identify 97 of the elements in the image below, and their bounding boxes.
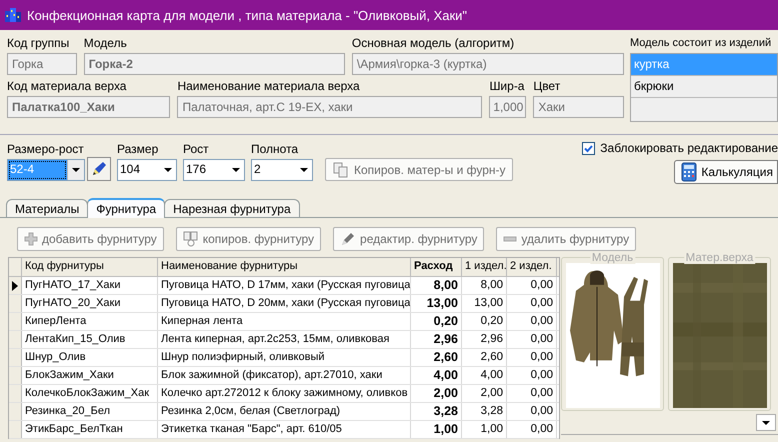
table-cell: 2,96 — [411, 331, 462, 348]
toolbar-button[interactable]: удалить фурнитуру — [496, 227, 636, 251]
pencil-button[interactable] — [87, 157, 111, 181]
table-cell: ЭтикБарс_БелТкан — [22, 421, 158, 438]
text-field[interactable]: Палаточная, арт.С 19-ЕХ, хаки — [177, 96, 482, 118]
column-header[interactable]: Код фурнитуры — [22, 258, 158, 276]
table-cell: 0,00 — [507, 349, 557, 366]
copy-icon — [182, 231, 199, 247]
table-cell: Пуговица НАТО, D 17мм, хаки (Русская пуговица — [158, 277, 411, 294]
lock-checkbox[interactable]: Заблокировать редактирование — [582, 141, 778, 155]
table-cell: 0,00 — [507, 331, 557, 348]
plus-icon — [24, 232, 38, 246]
table-cell: 1,00 — [462, 421, 507, 438]
field-label: Рост — [183, 142, 210, 156]
text-field[interactable]: \Армия\горка-3 (куртка) — [352, 53, 624, 75]
tab[interactable]: Фурнитура — [87, 198, 166, 218]
app-icon — [4, 7, 22, 23]
table-cell: 4,00 — [411, 367, 462, 384]
table-cell: 4,00 — [462, 367, 507, 384]
table-cell: Шнур_Олив — [22, 349, 158, 366]
table-cell: 2,96 — [462, 331, 507, 348]
table-cell: 3,28 — [411, 403, 462, 420]
checkmark-icon — [583, 142, 594, 154]
toolbar-button[interactable]: копиров. фурнитуру — [176, 227, 322, 251]
table-cell: 1,00 — [411, 421, 462, 438]
copy-button[interactable]: Копиров. матер-ы и фурн-у — [325, 158, 513, 181]
dropdown[interactable]: 104 — [117, 159, 177, 181]
table-cell: 13,00 — [411, 295, 462, 312]
table-cell: Шнур полиэфирный, оливковый — [158, 349, 411, 366]
panel-caption: Модель — [590, 252, 636, 264]
table-cell: Колечко арт.272012 к блоку зажимному, оливков — [158, 385, 411, 402]
field-label: Полнота — [251, 142, 300, 156]
column-header[interactable]: Наименование фурнитуры — [158, 258, 411, 276]
table-cell: ПугНАТО_20_Хаки — [22, 295, 158, 312]
field-label: Модель — [84, 36, 128, 50]
field-label: Размер — [117, 142, 160, 156]
copy-icon — [332, 160, 350, 178]
table-cell: 2,00 — [462, 385, 507, 402]
toolbar-button[interactable]: редактир. фурнитуру — [333, 227, 484, 251]
column-header[interactable]: Расход — [411, 258, 462, 276]
table-cell: 0,20 — [411, 313, 462, 330]
pencil-icon — [90, 160, 108, 178]
text-field[interactable]: Хаки — [533, 96, 624, 118]
table-cell: 0,00 — [507, 295, 557, 312]
field-label: Размеро-рост — [7, 142, 85, 156]
column-header[interactable]: 1 издел. — [462, 258, 507, 276]
text-field[interactable]: Горка — [7, 53, 77, 75]
text-field[interactable]: Палатка100_Хаки — [7, 96, 170, 118]
panel-caption: Матер.верха — [684, 252, 756, 264]
table-cell: Резинка_20_Бел — [22, 403, 158, 420]
table-cell: Этикетка тканая "Барс", арт. 610/05 — [158, 421, 411, 438]
calculator-icon — [681, 162, 698, 182]
window-title: Конфекционная карта для модели , типа материала - "Оливковый, Хаки" — [27, 8, 468, 22]
table-cell: 2,60 — [411, 349, 462, 366]
table-cell: 3,28 — [462, 403, 507, 420]
table-cell: ЛентаКип_15_Олив — [22, 331, 158, 348]
table-cell: ПугНАТО_17_Хаки — [22, 277, 158, 294]
table-cell: 13,00 — [462, 295, 507, 312]
table-cell: 0,00 — [507, 403, 557, 420]
field-label: Наименование материала верха — [177, 79, 361, 93]
table-cell: 2,00 — [411, 385, 462, 402]
dropdown[interactable]: 176 — [183, 159, 245, 181]
table-cell: 0,20 — [462, 313, 507, 330]
column-header[interactable]: 2 издел. — [507, 258, 557, 276]
dropdown[interactable]: 2 — [251, 159, 313, 181]
table-cell: Лента киперная, арт.2с253, 15мм, оливковая — [158, 331, 411, 348]
table-cell: 2,60 — [462, 349, 507, 366]
table-cell: 0,00 — [507, 277, 557, 294]
calculation-button[interactable]: Калькуляция — [674, 160, 778, 184]
table-cell: БлокЗажим_Хаки — [22, 367, 158, 384]
table-cell: 8,00 — [411, 277, 462, 294]
table-cell: Киперная лента — [158, 313, 411, 330]
toolbar-button[interactable]: добавить фурнитуру — [17, 227, 164, 251]
table-cell: КиперЛента — [22, 313, 158, 330]
list-item[interactable]: бкрюки — [631, 76, 777, 98]
text-field[interactable]: Горка-2 — [84, 53, 345, 75]
table-cell: 8,00 — [462, 277, 507, 294]
table-cell: 0,00 — [507, 367, 557, 384]
row-header[interactable] — [9, 277, 22, 294]
pencil-icon — [340, 231, 356, 247]
table-cell: Резинка 2,0см, белая (Светлоград) — [158, 403, 411, 420]
list-label: Модель состоит из изделий — [630, 36, 772, 50]
field-label: Код материала верха — [7, 79, 128, 93]
field-label: Цвет — [533, 79, 562, 93]
tab[interactable]: Материалы — [6, 199, 88, 217]
text-field[interactable]: 1,000 — [489, 96, 526, 118]
table-cell: 0,00 — [507, 313, 557, 330]
table-cell: Блок зажимной (фиксатор), арт.27010, хаки — [158, 367, 411, 384]
field-label: Основная модель (алгоритм) — [352, 36, 516, 50]
current-row-icon — [12, 280, 18, 290]
table-cell: 0,00 — [507, 421, 557, 438]
field-label: Код группы — [7, 36, 70, 50]
table-cell: КолечкоБлокЗажим_Хак — [22, 385, 158, 402]
table-cell: Пуговица НАТО, D 20мм, хаки (Русская пуговица — [158, 295, 411, 312]
table-cell: 0,00 — [507, 385, 557, 402]
field-label: Шир-а — [489, 79, 526, 93]
tab[interactable]: Нарезная фурнитура — [164, 199, 300, 217]
